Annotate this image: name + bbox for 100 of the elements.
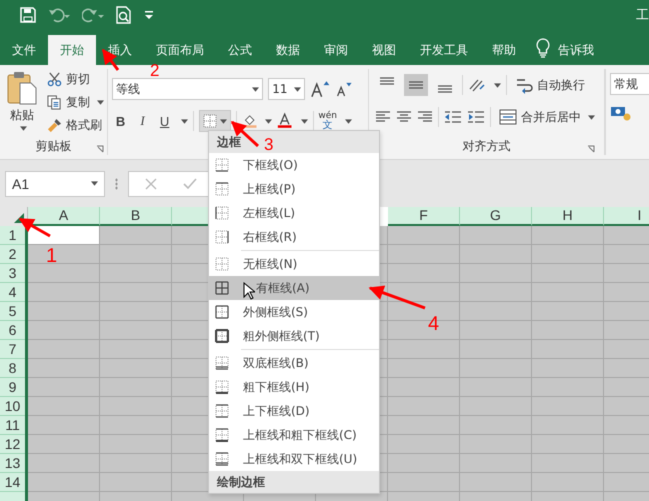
bold-button[interactable]: B: [112, 114, 130, 128]
scissors-icon: [47, 72, 62, 87]
menu-header: 边框: [217, 135, 241, 149]
row-header[interactable]: 12: [0, 435, 25, 454]
column-header[interactable]: I: [604, 207, 649, 226]
menu-item[interactable]: 外侧框线(S): [209, 300, 379, 324]
ribbon-tab[interactable]: 公式: [216, 35, 264, 65]
row-header[interactable]: 8: [0, 359, 25, 378]
phonetic-guide-button[interactable]: wén 文: [318, 111, 338, 131]
vertical-align-button[interactable]: [404, 74, 428, 96]
menu-item[interactable]: 粗下框线(H): [209, 375, 379, 399]
menu-item[interactable]: 上框线(P): [209, 177, 379, 201]
horizontal-align-icon[interactable]: [396, 110, 412, 124]
caret-icon[interactable]: [494, 82, 501, 88]
column-header[interactable]: A: [28, 207, 100, 226]
mouse-cursor-icon: [243, 282, 255, 300]
grow-font-icon[interactable]: [310, 80, 330, 98]
border-icon: [215, 356, 229, 370]
caret-icon[interactable]: [220, 118, 227, 124]
menu-item[interactable]: 粗外侧框线(T): [209, 324, 379, 348]
caret-icon[interactable]: [97, 100, 104, 105]
row-header[interactable]: 5: [0, 302, 25, 321]
save-icon[interactable]: [20, 7, 36, 23]
menu-item[interactable]: 上框线和双下框线(U): [209, 447, 379, 471]
borders-button[interactable]: [199, 110, 231, 132]
menu-item[interactable]: 无框线(N): [209, 252, 379, 276]
row-header[interactable]: 7: [0, 340, 25, 359]
caret-icon[interactable]: [20, 126, 27, 131]
row-header[interactable]: 4: [0, 283, 25, 302]
font-name-field[interactable]: 等线: [112, 78, 264, 100]
font-color-icon[interactable]: [277, 112, 293, 130]
paste-button[interactable]: 粘贴: [0, 69, 44, 137]
ribbon-tab[interactable]: 文件: [0, 35, 48, 65]
menu-item[interactable]: 左框线(L): [209, 201, 379, 225]
shrink-font-icon[interactable]: [334, 81, 352, 97]
menu-item[interactable]: 下框线(O): [209, 153, 379, 177]
caret-icon[interactable]: [588, 114, 595, 120]
undo-icon[interactable]: [48, 7, 70, 23]
wrap-text-button[interactable]: 自动换行: [512, 74, 588, 96]
decrease-indent-icon[interactable]: [444, 110, 462, 124]
row-header[interactable]: 3: [0, 264, 25, 283]
column-header[interactable]: B: [100, 207, 172, 226]
row-header[interactable]: 14: [0, 473, 25, 492]
increase-indent-icon[interactable]: [467, 110, 485, 124]
row-header[interactable]: 9: [0, 378, 25, 397]
dialog-launcher-icon[interactable]: [587, 145, 595, 153]
menu-item[interactable]: 上下框线(D): [209, 399, 379, 423]
name-box[interactable]: A1: [5, 170, 105, 196]
dialog-launcher-icon[interactable]: [96, 145, 104, 153]
border-icon: [215, 257, 229, 271]
active-cell[interactable]: [28, 226, 99, 244]
currency-icon[interactable]: [610, 105, 632, 121]
triangle-icon: [14, 213, 24, 223]
column-header[interactable]: F: [388, 207, 460, 226]
ribbon-tab[interactable]: 开始: [48, 35, 96, 65]
row-header[interactable]: 2: [0, 245, 25, 264]
redo-icon[interactable]: [82, 7, 104, 23]
copy-button[interactable]: 复制: [44, 92, 107, 113]
select-all-button[interactable]: [0, 207, 28, 226]
caret-icon[interactable]: [265, 118, 272, 124]
caret-icon[interactable]: [345, 118, 352, 124]
column-header[interactable]: H: [532, 207, 604, 226]
horizontal-align-icon[interactable]: [417, 110, 433, 124]
row-header[interactable]: 1: [0, 226, 25, 245]
row-header[interactable]: 6: [0, 321, 25, 340]
tell-me-search[interactable]: 告诉我: [558, 35, 594, 65]
caret-icon[interactable]: [300, 118, 308, 124]
ribbon-tab[interactable]: 数据: [264, 35, 312, 65]
ribbon-tab[interactable]: 帮助: [480, 35, 528, 65]
cut-button[interactable]: 剪切: [44, 69, 107, 90]
ribbon-tab[interactable]: 审阅: [312, 35, 360, 65]
caret-icon[interactable]: [91, 181, 98, 186]
menu-item[interactable]: 上框线和粗下框线(C): [209, 423, 379, 447]
menu-item[interactable]: 双底框线(B): [209, 351, 379, 375]
customize-icon[interactable]: [144, 10, 154, 20]
number-format-field[interactable]: 常规: [610, 73, 649, 95]
menu-item[interactable]: 右框线(R): [209, 225, 379, 249]
underline-button[interactable]: U: [156, 114, 174, 128]
italic-button[interactable]: I: [134, 113, 152, 129]
caret-icon[interactable]: [294, 86, 302, 92]
font-size-field[interactable]: 11: [268, 78, 306, 100]
column-header[interactable]: G: [460, 207, 532, 226]
merge-center-button[interactable]: 合并后居中: [496, 106, 598, 128]
row-header[interactable]: 10: [0, 397, 25, 416]
caret-icon[interactable]: [181, 118, 188, 124]
row-header[interactable]: 13: [0, 454, 25, 473]
ribbon-tab[interactable]: 开发工具: [408, 35, 480, 65]
print-preview-icon[interactable]: [116, 6, 132, 24]
caret-icon[interactable]: [252, 86, 260, 92]
horizontal-align-icon[interactable]: [375, 110, 391, 124]
ribbon-tab[interactable]: 视图: [360, 35, 408, 65]
lightbulb-icon[interactable]: [536, 38, 550, 58]
orientation-icon[interactable]: [468, 77, 486, 93]
paintbrush-icon: [47, 118, 62, 133]
format-painter-button[interactable]: 格式刷: [44, 115, 107, 136]
border-grid-icon: [203, 114, 217, 128]
border-icon: [215, 329, 229, 343]
check-icon[interactable]: [183, 178, 197, 190]
menu-item[interactable]: 有框线(A): [209, 276, 379, 300]
row-header[interactable]: 11: [0, 416, 25, 435]
